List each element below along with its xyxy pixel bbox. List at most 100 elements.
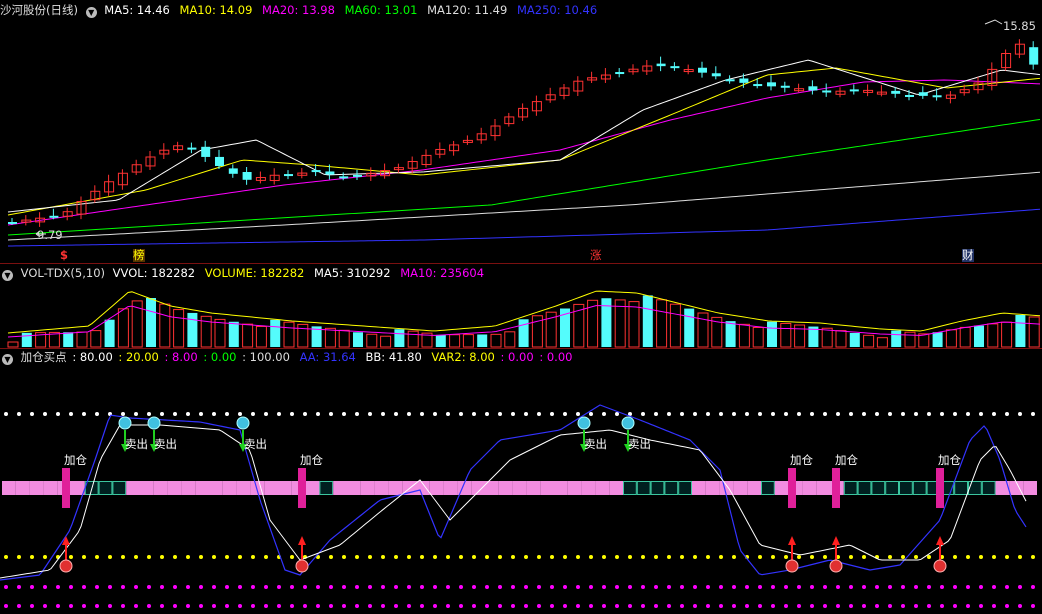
- level-20-dots: [667, 555, 671, 559]
- volume-bar: [780, 322, 792, 348]
- level-0-dots: [927, 604, 931, 608]
- level-8-dots: [836, 585, 840, 589]
- level-20-dots: [147, 555, 151, 559]
- level-0-dots: [420, 604, 424, 608]
- volume-bar: [959, 326, 971, 348]
- level-20-dots: [914, 555, 918, 559]
- candle-body: [822, 90, 832, 93]
- chevron-down-icon[interactable]: ▼: [85, 7, 97, 18]
- vol-ma10-line: [7, 305, 1041, 338]
- level-20-dots: [368, 555, 372, 559]
- event-marker-dollar[interactable]: $: [60, 249, 68, 262]
- high-marker: [984, 19, 1003, 25]
- signal-band-cell: [209, 481, 223, 495]
- level-20-dots: [82, 555, 86, 559]
- level-8-dots: [680, 585, 684, 589]
- ma5-value: MA5: 14.46: [104, 3, 170, 17]
- level-8-dots: [1018, 585, 1022, 589]
- candle-body: [339, 176, 349, 179]
- level-0-dots: [4, 604, 8, 608]
- level-8-dots: [888, 585, 892, 589]
- level-8-dots: [433, 585, 437, 589]
- volume-bar: [48, 331, 60, 348]
- ind-var2: VAR2: 8.00: [431, 350, 495, 364]
- price-chart[interactable]: [0, 0, 1042, 262]
- volume-bar: [490, 333, 502, 348]
- level-20-dots: [901, 555, 905, 559]
- aa-line: [0, 404, 1027, 581]
- candle-body: [767, 82, 776, 87]
- level-20-dots: [108, 555, 112, 559]
- level-20-dots: [680, 555, 684, 559]
- level-80-dots: [82, 412, 86, 416]
- level-8-dots: [667, 585, 671, 589]
- level-80-dots: [979, 412, 983, 416]
- level-20-dots: [264, 555, 268, 559]
- candle-body: [215, 156, 224, 166]
- level-0-dots: [563, 604, 567, 608]
- volume-bar: [560, 308, 570, 347]
- level-80-dots: [810, 412, 814, 416]
- level-0-dots: [277, 604, 281, 608]
- volume-bar: [394, 329, 405, 347]
- candle-body: [187, 147, 197, 150]
- level-0-dots: [1005, 604, 1009, 608]
- chevron-down-icon[interactable]: ▼: [2, 270, 13, 281]
- level-8-dots: [420, 585, 424, 589]
- signal-band-cell: [995, 481, 1010, 495]
- level-0-dots: [914, 604, 918, 608]
- volume-bar: [642, 295, 653, 347]
- signal-band-cell: [609, 481, 623, 495]
- volume-bar: [573, 303, 585, 348]
- level-80-dots: [576, 412, 580, 416]
- candle-body: [242, 172, 252, 180]
- candle-body: [311, 170, 321, 173]
- level-8-dots: [979, 585, 983, 589]
- level-80-dots: [342, 412, 346, 416]
- level-8-dots: [576, 585, 580, 589]
- level-20-dots: [524, 555, 528, 559]
- vol-indicator-name[interactable]: VOL-TDX(5,10): [21, 266, 105, 280]
- level-20-dots: [251, 555, 255, 559]
- buy-point-ball: [59, 559, 73, 573]
- level-80-dots: [407, 412, 411, 416]
- signal-band-cell: [816, 481, 830, 495]
- volume-bar: [270, 319, 281, 347]
- chevron-down-icon[interactable]: ▼: [2, 354, 13, 365]
- level-0-dots: [290, 604, 294, 608]
- event-marker-rise[interactable]: 涨: [590, 249, 602, 262]
- signal-band-cell: [443, 481, 458, 495]
- vvol-value: VVOL: 182282: [112, 266, 196, 280]
- stock-title[interactable]: 沙河股份(日线): [0, 3, 78, 17]
- level-80-dots: [199, 412, 203, 416]
- volume-bar: [945, 329, 957, 348]
- candle-body: [849, 89, 859, 92]
- level-20-dots: [654, 555, 658, 559]
- level-80-dots: [901, 412, 905, 416]
- event-marker-finance[interactable]: 财: [962, 249, 974, 262]
- level-80-dots: [953, 412, 957, 416]
- level-8-dots: [225, 585, 229, 589]
- volume-bar: [545, 311, 557, 348]
- event-marker-list[interactable]: 榜: [133, 249, 145, 262]
- level-80-dots: [420, 412, 424, 416]
- level-8-dots: [199, 585, 203, 589]
- volume-bar: [407, 330, 419, 348]
- volume-bar: [353, 332, 363, 347]
- buy-arrow-head: [832, 536, 840, 545]
- signal-band-cell: [788, 481, 803, 495]
- level-20-dots: [95, 555, 99, 559]
- indicator-name[interactable]: 加仓买点: [21, 350, 67, 364]
- level-8-dots: [472, 585, 476, 589]
- level-80-dots: [1018, 412, 1022, 416]
- level-20-dots: [316, 555, 320, 559]
- level-20-dots: [589, 555, 593, 559]
- level-8-dots: [381, 585, 385, 589]
- volume-bar: [242, 323, 254, 348]
- level-80-dots: [849, 412, 853, 416]
- level-8-dots: [316, 585, 320, 589]
- level-0-dots: [407, 604, 411, 608]
- volume-bar: [794, 324, 806, 348]
- volume-header: ▼ VOL-TDX(5,10) VVOL: 182282 VOLUME: 182…: [0, 265, 490, 281]
- level-20-dots: [1018, 555, 1022, 559]
